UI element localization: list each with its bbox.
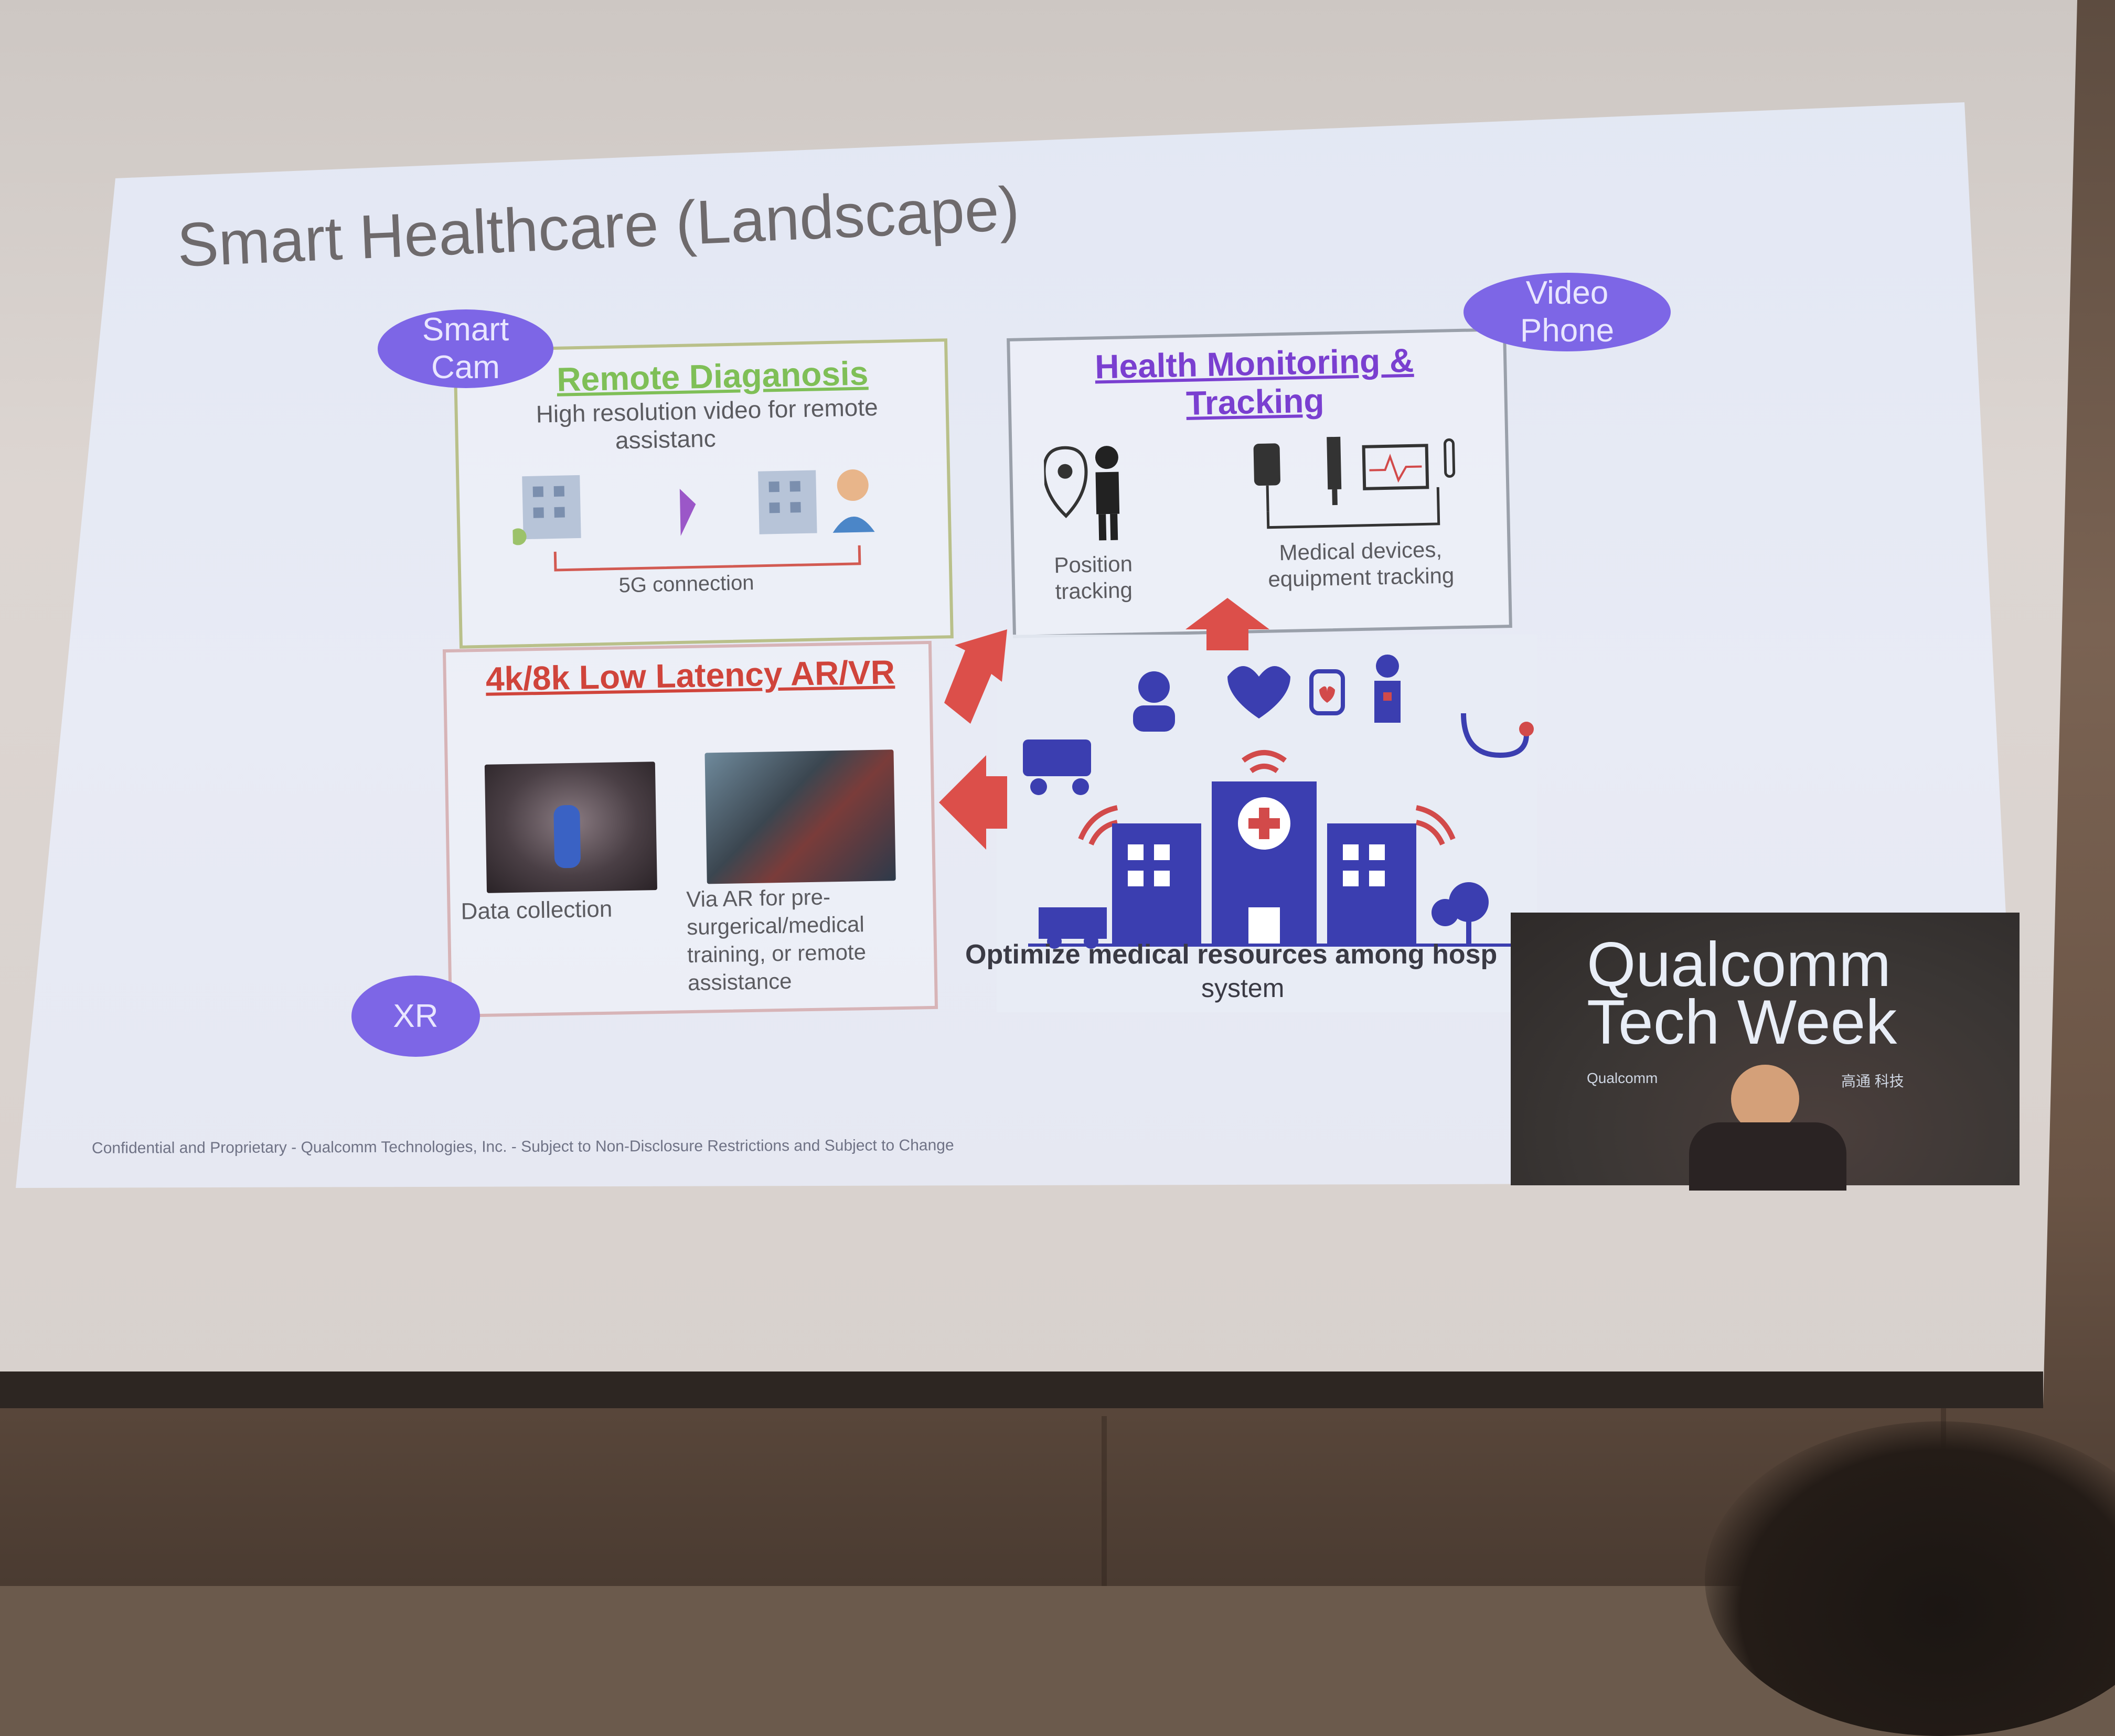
arrow-up-left-icon — [944, 629, 1007, 724]
arrow-up-icon — [1185, 598, 1269, 650]
arvr-box: 4k/8k Low Latency AR/VR Data collection … — [442, 640, 938, 1018]
person-icon — [1095, 446, 1120, 541]
remote-diagram — [511, 469, 875, 572]
smart-cam-line2: Cam — [431, 349, 500, 385]
person-figure — [553, 805, 581, 869]
iv-bag-icon — [1253, 443, 1280, 512]
device-connector-line — [1266, 487, 1440, 529]
ar-label-line2: surgerical/medical — [686, 912, 865, 940]
thermometer-icon — [1444, 438, 1456, 478]
overlay-small-right: 高通 科技 — [1841, 1073, 1904, 1089]
stethoscope-icon — [1461, 713, 1534, 758]
ar-label-line4: assistance — [687, 968, 792, 995]
remote-diagnosis-title: Remote Diaganosis — [556, 354, 869, 399]
overlay-title-line2: Tech Week — [1587, 987, 1897, 1057]
arrow-left-icon — [939, 755, 1007, 850]
health-title-line2: Tracking — [1185, 381, 1325, 422]
flow-arrows — [939, 598, 1269, 850]
ar-surgery-photo — [704, 749, 896, 884]
speaker-video-overlay: Qualcomm Tech Week Qualcomm 高通 科技 — [1511, 913, 2020, 1191]
connection-line — [553, 545, 861, 572]
arvr-title: 4k/8k Low Latency AR/VR — [485, 653, 895, 698]
slide-footer: Confidential and Proprietary - Qualcomm … — [91, 1137, 954, 1157]
health-icons — [1043, 436, 1456, 541]
wifi-signal-right-icon — [1415, 805, 1456, 846]
syringe-icon — [1327, 436, 1342, 506]
xr-label: XR — [393, 998, 439, 1034]
transfer-arrow-icon — [679, 488, 696, 536]
smart-cam-oval: Smart Cam — [378, 309, 553, 388]
data-collection-photo — [484, 762, 658, 893]
ar-label-line3: training, or remote — [687, 939, 867, 968]
hospital-caption-line1: Optimize medical resources among hosp — [965, 939, 1498, 970]
speaker-body — [1689, 1122, 1846, 1191]
hospital-building-icon — [511, 475, 581, 545]
ar-label-line1: Via AR for pre- — [686, 884, 831, 912]
smart-cam-line1: Smart — [422, 312, 509, 348]
slide: Smart Healthcare (Landscape) Remote Diag… — [0, 0, 2115, 1586]
hospital-caption-line2: system — [1201, 973, 1285, 1003]
location-pin-icon — [1043, 446, 1088, 518]
slide-title: Smart Healthcare (Landscape) — [176, 174, 1021, 280]
doctor-icon — [832, 469, 875, 533]
xr-oval: XR — [351, 976, 480, 1057]
video-phone-line1: Video — [1525, 275, 1609, 311]
video-phone-oval: Video Phone — [1464, 273, 1671, 351]
devices-label-line1: Medical devices, — [1279, 537, 1443, 565]
photo-scene: Smart Healthcare (Landscape) Remote Diag… — [0, 0, 2115, 1736]
data-collection-label: Data collection — [461, 896, 613, 925]
video-phone-line2: Phone — [1520, 313, 1615, 349]
monitor-icon — [1362, 444, 1429, 490]
5g-connection-label: 5G connection — [618, 571, 754, 597]
overlay-small-left: Qualcomm — [1587, 1070, 1658, 1086]
clinic-building-icon — [758, 470, 817, 534]
patient-icon — [1374, 655, 1401, 723]
tree-icon — [1432, 882, 1489, 944]
position-label-line1: Position — [1053, 551, 1133, 578]
